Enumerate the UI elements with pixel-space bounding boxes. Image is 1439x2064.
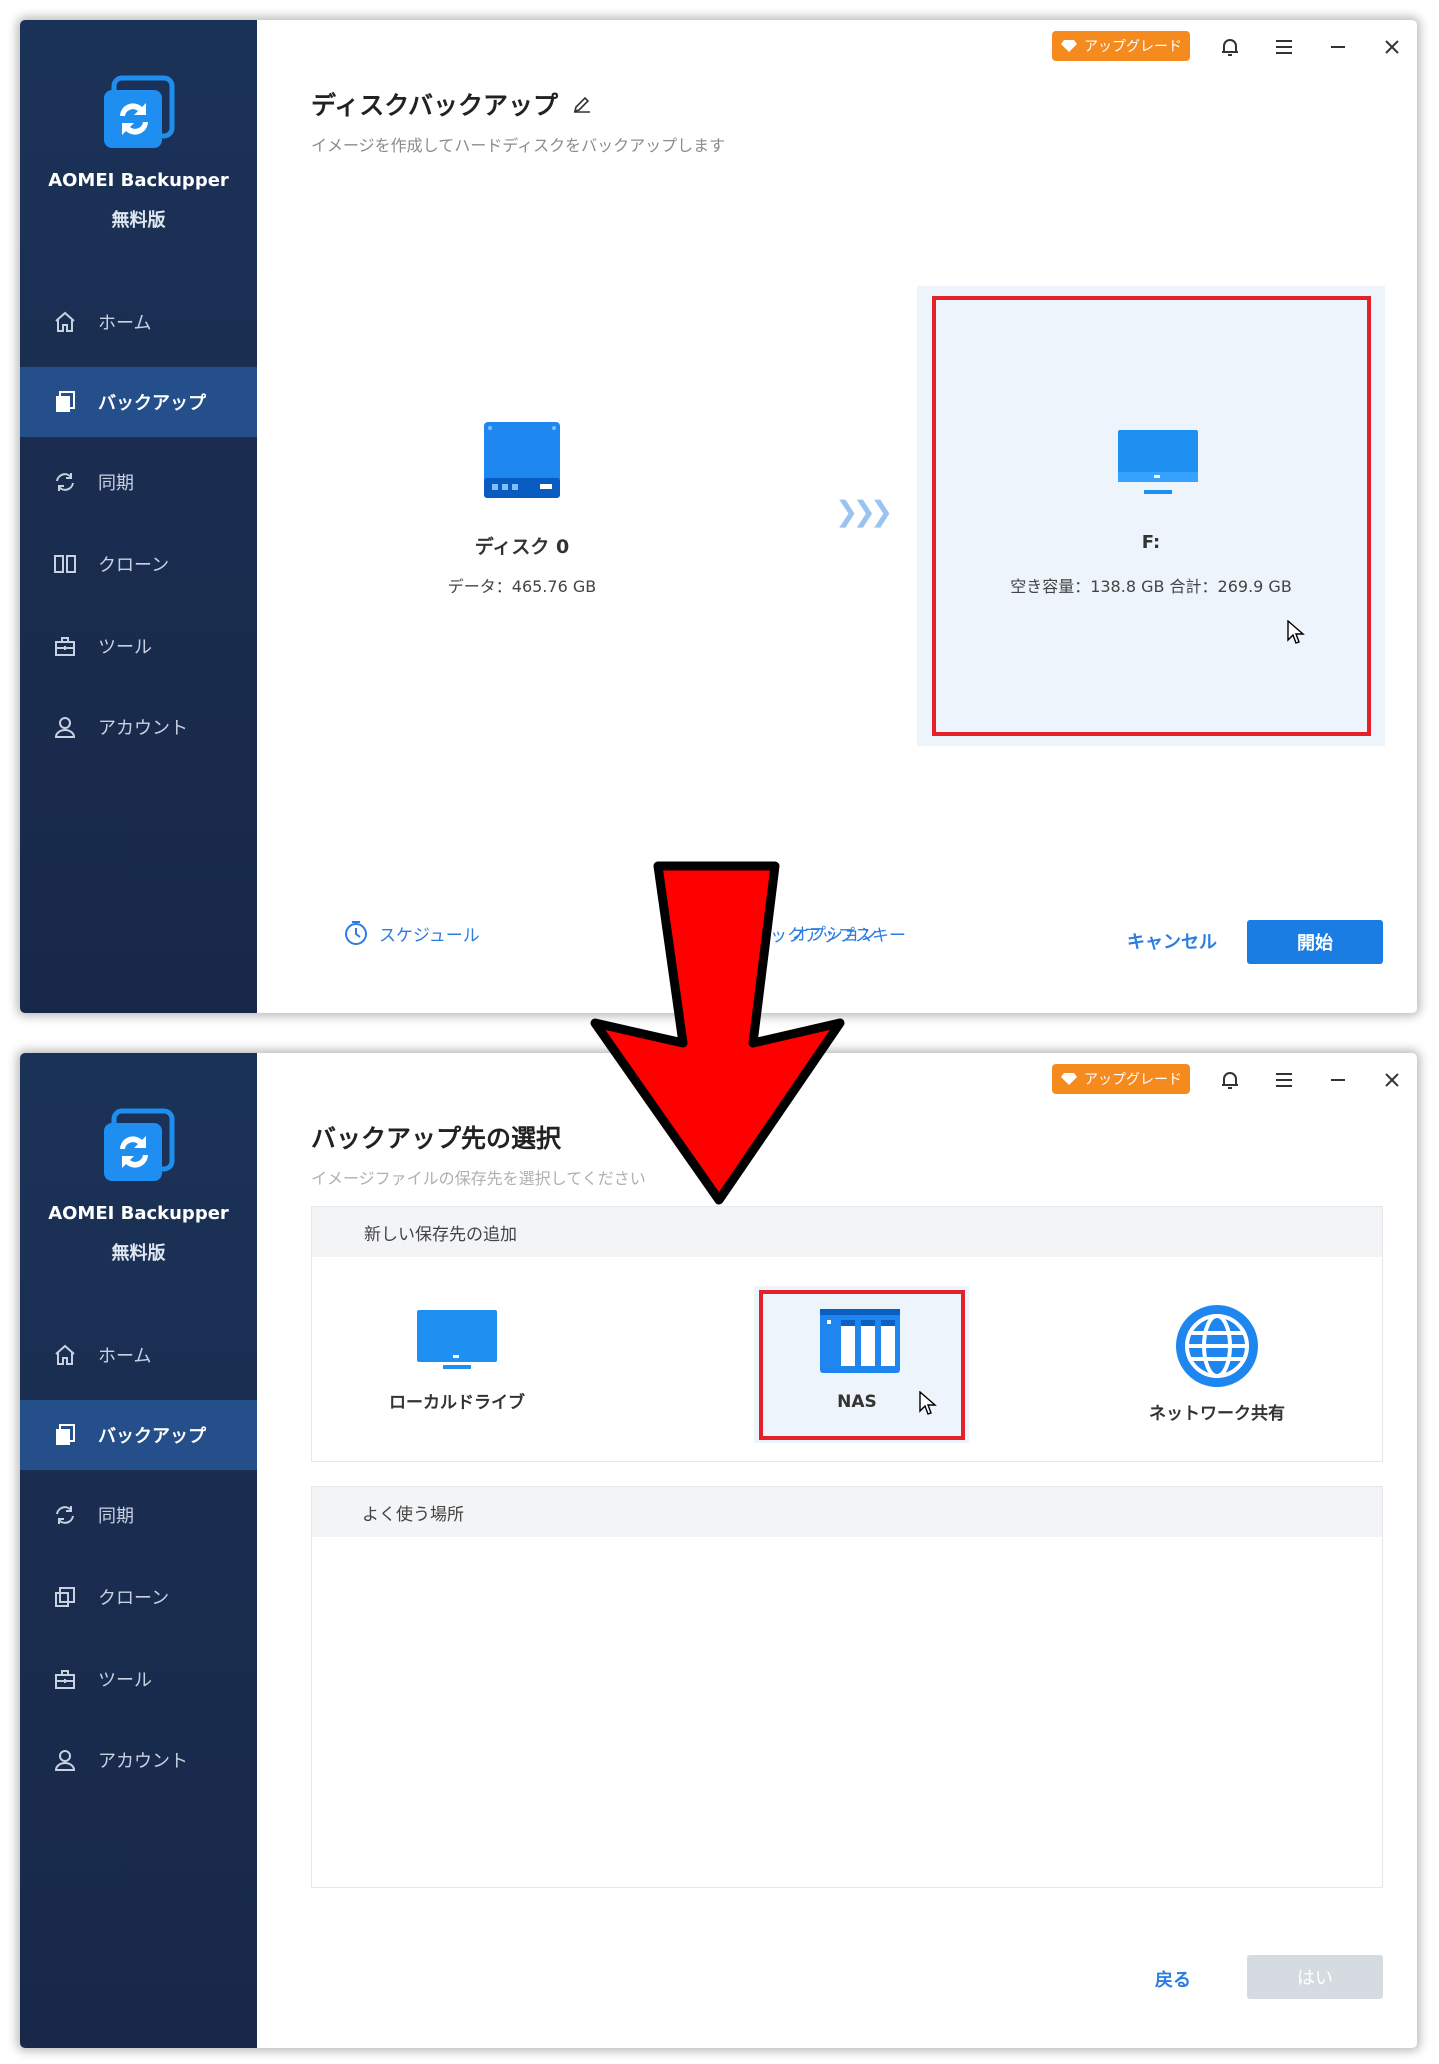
sync-icon <box>50 467 80 497</box>
frequent-locations-header: よく使う場所 <box>312 1487 1382 1537</box>
nav-tools[interactable]: ツール <box>20 611 257 681</box>
upgrade-button[interactable]: アップグレード <box>1052 31 1190 61</box>
backup-icon <box>50 1420 80 1450</box>
source-disk-data: データ：465.76 GB <box>447 577 597 596</box>
page-title: ディスクバックアップ <box>311 86 592 122</box>
clock-icon <box>345 921 367 945</box>
minimize-icon[interactable] <box>1323 32 1353 62</box>
new-destination-header: 新しい保存先の追加 <box>312 1207 1382 1257</box>
account-icon <box>50 712 80 742</box>
yes-button[interactable]: はい <box>1247 1955 1383 1999</box>
backup-icon <box>50 387 80 417</box>
nav-account-label: アカウント <box>98 1751 188 1772</box>
brand-name: AOMEI Backupper <box>48 170 229 191</box>
mouse-cursor-icon <box>919 1391 937 1415</box>
sync-icon <box>50 1500 80 1530</box>
local-drive-option[interactable]: ローカルドライブ <box>377 1308 537 1438</box>
aomei-logo-icon <box>104 1108 175 1181</box>
upgrade-button[interactable]: アップグレード <box>1052 1064 1190 1094</box>
home-icon <box>50 307 80 337</box>
nas-label: NAS <box>837 1392 877 1412</box>
monitor-drive-icon <box>417 1310 497 1369</box>
page-subtitle: イメージを作成してハードディスクをバックアップします <box>311 136 726 155</box>
clone-icon <box>50 549 80 579</box>
schedule-label: スケジュール <box>379 925 480 946</box>
nav-account-label: アカウント <box>98 718 188 739</box>
sidebar: AOMEI Backupper 無料版 ホーム バックアップ 同期 クローン ツ… <box>20 1053 257 2048</box>
brand-name: AOMEI Backupper <box>48 1203 229 1224</box>
upgrade-label: アップグレード <box>1084 39 1182 55</box>
menu-icon[interactable] <box>1269 1065 1299 1095</box>
nav-sync-label: 同期 <box>98 1506 134 1527</box>
nav-clone[interactable]: クローン <box>20 1562 257 1632</box>
nav-backup[interactable]: バックアップ <box>20 1400 257 1470</box>
brand-edition: 無料版 <box>111 210 166 231</box>
globe-icon <box>1176 1305 1258 1387</box>
page-title-text: バックアップ先の選択 <box>311 1124 562 1153</box>
aomei-logo-icon <box>104 75 175 148</box>
tools-icon <box>50 1664 80 1694</box>
monitor-drive-icon <box>1118 430 1198 494</box>
nav-backup-label: バックアップ <box>98 1426 206 1447</box>
sidebar: AOMEI Backupper 無料版 ホーム バックアップ 同期 クローン ツ… <box>20 20 257 1013</box>
tools-icon <box>50 631 80 661</box>
start-button[interactable]: 開始 <box>1247 920 1383 964</box>
minimize-icon[interactable] <box>1323 1065 1353 1095</box>
nav-clone-label: クローン <box>98 555 170 576</box>
nav-sync[interactable]: 同期 <box>20 447 257 517</box>
destination-highlight-frame <box>932 296 1371 736</box>
nav-backup[interactable]: バックアップ <box>20 367 257 437</box>
upgrade-label: アップグレード <box>1084 1072 1182 1088</box>
page-title-text: ディスクバックアップ <box>311 91 559 120</box>
bell-icon[interactable] <box>1215 32 1245 62</box>
nav-account[interactable]: アカウント <box>20 1725 257 1795</box>
nav-clone[interactable]: クローン <box>20 529 257 599</box>
frequent-locations-section: よく使う場所 <box>311 1486 1383 1888</box>
local-drive-label: ローカルドライブ <box>389 1393 525 1413</box>
schedule-button[interactable]: スケジュール <box>343 920 480 946</box>
red-down-arrow-icon <box>590 861 845 1205</box>
close-icon[interactable] <box>1377 32 1407 62</box>
nav-home-label: ホーム <box>98 313 152 334</box>
nav-tools-label: ツール <box>98 1670 152 1691</box>
edit-icon[interactable] <box>572 94 592 114</box>
nav-home[interactable]: ホーム <box>20 1320 257 1390</box>
chevron-right-icon: ❯❯❯ <box>835 495 893 528</box>
page-title: バックアップ先の選択 <box>311 1119 561 1155</box>
bell-icon[interactable] <box>1215 1065 1245 1095</box>
diamond-icon <box>1061 40 1077 52</box>
destination-name: F: <box>1141 532 1161 553</box>
nav-account[interactable]: アカウント <box>20 692 257 762</box>
destination-info: 空き容量：138.8 GB 合計：269.9 GB <box>1010 577 1292 596</box>
nav-home-label: ホーム <box>98 1346 152 1367</box>
mouse-cursor-icon <box>1287 620 1305 644</box>
clone-icon <box>50 1582 80 1612</box>
nav-backup-label: バックアップ <box>98 393 206 414</box>
cancel-button[interactable]: キャンセル <box>1127 928 1217 954</box>
hard-disk-icon[interactable] <box>472 418 572 506</box>
home-icon <box>50 1340 80 1370</box>
source-disk-name: ディスク 0 <box>474 536 570 558</box>
nav-sync[interactable]: 同期 <box>20 1480 257 1550</box>
brand-edition: 無料版 <box>111 1243 166 1264</box>
account-icon <box>50 1745 80 1775</box>
menu-icon[interactable] <box>1269 32 1299 62</box>
nav-home[interactable]: ホーム <box>20 287 257 357</box>
nav-clone-label: クローン <box>98 1588 170 1609</box>
nav-tools-label: ツール <box>98 637 152 658</box>
nas-icon <box>820 1309 900 1373</box>
network-share-option[interactable]: ネットワーク共有 <box>1127 1303 1307 1438</box>
close-icon[interactable] <box>1377 1065 1407 1095</box>
diamond-icon <box>1061 1073 1077 1085</box>
nav-tools[interactable]: ツール <box>20 1644 257 1714</box>
nav-sync-label: 同期 <box>98 473 134 494</box>
network-share-label: ネットワーク共有 <box>1149 1404 1285 1424</box>
back-button[interactable]: 戻る <box>1155 1966 1191 1992</box>
